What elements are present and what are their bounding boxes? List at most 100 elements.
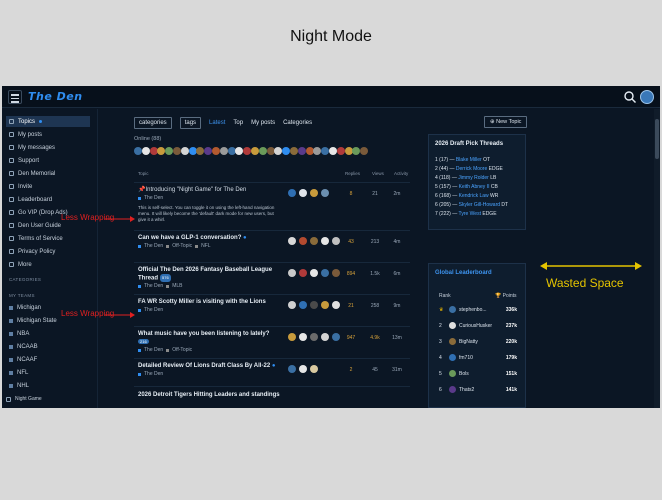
sidebar-team-nfl[interactable]: NFL — [6, 367, 90, 378]
sidebar-item-invite[interactable]: Invite — [6, 181, 90, 192]
online-user-avatar[interactable] — [290, 147, 298, 155]
topic-row[interactable]: 2026 Detroit Tigers Hitting Leaders and … — [134, 386, 410, 408]
draft-pick-row[interactable]: 7 (222) — Tyre West EDGE — [435, 211, 497, 217]
topic-row[interactable]: Detailed Review Of Lions Draft Class By … — [134, 358, 410, 386]
draft-pick-row[interactable]: 1 (17) — Blake Miller OT — [435, 157, 490, 163]
topic-title[interactable]: 📌Introducing "Night Game" for The Den — [138, 186, 280, 194]
online-user-avatar[interactable] — [149, 147, 158, 155]
unread-count-badge[interactable]: 216 — [138, 339, 149, 344]
topic-category[interactable]: The Den — [138, 371, 163, 377]
online-user-avatar[interactable] — [352, 147, 361, 155]
leaderboard-row[interactable]: 5 Bols 151k — [435, 368, 521, 380]
sidebar-item-my-posts[interactable]: My posts — [6, 129, 90, 140]
hamburger-icon[interactable] — [8, 90, 22, 104]
draft-pick-row[interactable]: 6 (205) — Skyler Gill-Howard DT — [435, 202, 508, 208]
site-logo[interactable]: The Den — [28, 90, 83, 103]
leaderboard-row[interactable]: 3 BigNatty 220k — [435, 336, 521, 348]
topic-title[interactable]: What music have you been listening to la… — [138, 330, 280, 338]
online-user-avatar[interactable] — [235, 147, 244, 155]
draft-pick-row[interactable]: 6 (168) — Kendrick Law WR — [435, 193, 498, 199]
sidebar-team-nhl[interactable]: NHL — [6, 380, 90, 391]
categories-dropdown[interactable]: categories — [134, 117, 172, 129]
player-link[interactable]: Tyre West — [459, 211, 481, 217]
leaderboard-row[interactable]: 2 CuriousHusker 237k — [435, 320, 521, 332]
sidebar-item-privacy[interactable]: Privacy Policy — [6, 246, 90, 257]
topic-activity[interactable]: 2m — [390, 191, 404, 197]
sidebar-team-ncaaf[interactable]: NCAAF — [6, 354, 90, 365]
sidebar-item-my-messages[interactable]: My messages — [6, 142, 90, 153]
new-topic-button[interactable]: ⊕ New Topic — [484, 116, 528, 128]
topic-category[interactable]: 216 — [138, 339, 149, 344]
online-user-avatar[interactable] — [360, 147, 369, 155]
online-user-avatar[interactable] — [258, 147, 267, 155]
draft-pick-row[interactable]: 4 (118) — Jimmy Rolder LB — [435, 175, 496, 181]
topic-row[interactable]: 📌Introducing "Night Game" for The Den Th… — [134, 182, 410, 230]
page-scrollbar[interactable] — [654, 109, 660, 408]
avatar[interactable] — [449, 386, 456, 393]
online-user-avatar[interactable] — [227, 147, 236, 155]
online-user-avatar[interactable] — [188, 147, 197, 155]
player-link[interactable]: Jimmy Rolder — [458, 175, 489, 181]
categories-heading[interactable]: CATEGORIES — [9, 277, 41, 282]
leader-name[interactable]: stephenbo... — [459, 307, 493, 313]
tab-top[interactable]: Top — [233, 120, 243, 126]
my-teams-heading[interactable]: MY TEAMS — [9, 293, 35, 298]
topic-activity[interactable]: 6m — [390, 271, 404, 277]
leader-name[interactable]: Bols — [459, 371, 493, 377]
online-user-avatar[interactable] — [282, 147, 291, 155]
leader-name[interactable]: Thats2 — [459, 387, 493, 393]
online-user-avatar[interactable] — [204, 147, 213, 155]
online-user-avatar[interactable] — [313, 147, 322, 155]
online-user-avatar[interactable] — [297, 147, 306, 155]
topic-row[interactable]: What music have you been listening to la… — [134, 326, 410, 358]
draft-pick-row[interactable]: 2 (44) — Derrick Moore EDGE — [435, 166, 503, 172]
unread-count-badge[interactable]: 576 — [160, 274, 171, 282]
online-user-avatar[interactable] — [157, 147, 166, 155]
search-icon[interactable] — [623, 90, 637, 104]
online-user-avatar[interactable] — [173, 147, 181, 155]
player-link[interactable]: Derrick Moore — [456, 166, 487, 172]
topic-title[interactable]: 2026 Detroit Tigers Hitting Leaders and … — [138, 391, 280, 399]
sidebar-team-nba[interactable]: NBA — [6, 328, 90, 339]
leaderboard-row[interactable]: 6 Thats2 141k — [435, 384, 521, 396]
topic-title[interactable]: FA WR Scotty Miller is visiting with the… — [138, 298, 280, 306]
topic-category[interactable]: The Den — [138, 307, 163, 313]
avatar[interactable] — [449, 354, 456, 361]
leaderboard-title[interactable]: Global Leaderboard — [435, 270, 492, 276]
leader-name[interactable]: fm710 — [459, 355, 493, 361]
sidebar-item-leaderboard[interactable]: Leaderboard — [6, 194, 90, 205]
leaderboard-row[interactable]: 4 fm710 179k — [435, 352, 521, 364]
online-user-avatar[interactable] — [219, 147, 228, 155]
online-user-avatar[interactable] — [180, 147, 189, 155]
topic-activity[interactable]: 13m — [390, 335, 404, 341]
avatar[interactable] — [449, 338, 456, 345]
online-user-avatar[interactable] — [305, 147, 314, 155]
topic-row[interactable]: FA WR Scotty Miller is visiting with the… — [134, 294, 410, 326]
sidebar-item-more[interactable]: More — [6, 259, 90, 270]
player-link[interactable]: Skyler Gill-Howard — [459, 202, 500, 208]
topic-category[interactable]: The Den Off-Topic — [138, 347, 192, 353]
sidebar-item-topics[interactable]: Topics — [6, 116, 90, 127]
topic-row[interactable]: Can we have a GLP-1 conversation? ● The … — [134, 230, 410, 262]
avatar[interactable] — [449, 306, 456, 313]
topic-title[interactable]: Official The Den 2026 Fantasy Baseball L… — [138, 266, 280, 283]
topic-category[interactable]: The Den MLB — [138, 283, 182, 289]
player-link[interactable]: Keith Abney II — [459, 184, 490, 190]
tags-dropdown[interactable]: tags — [179, 117, 202, 129]
leaderboard-row[interactable]: ♛ stephenbo... 336k — [435, 304, 521, 316]
online-user-avatar[interactable] — [243, 147, 252, 155]
online-user-avatar[interactable] — [141, 147, 150, 155]
draft-pick-row[interactable]: 5 (157) — Keith Abney II CB — [435, 184, 498, 190]
tab-my-posts[interactable]: My posts — [251, 120, 275, 126]
night-game-toggle[interactable]: Night Game — [6, 396, 94, 402]
leader-name[interactable]: CuriousHusker — [459, 323, 493, 329]
online-user-avatar[interactable] — [344, 147, 353, 155]
online-user-avatar[interactable] — [212, 147, 220, 155]
player-link[interactable]: Blake Miller — [456, 157, 482, 163]
online-user-avatar[interactable] — [321, 147, 330, 155]
online-user-avatar[interactable] — [134, 147, 142, 155]
avatar[interactable] — [449, 370, 456, 377]
online-user-avatar[interactable] — [274, 147, 283, 155]
sidebar-item-den-memorial[interactable]: Den Memorial — [6, 168, 90, 179]
online-user-avatar[interactable] — [266, 147, 275, 155]
